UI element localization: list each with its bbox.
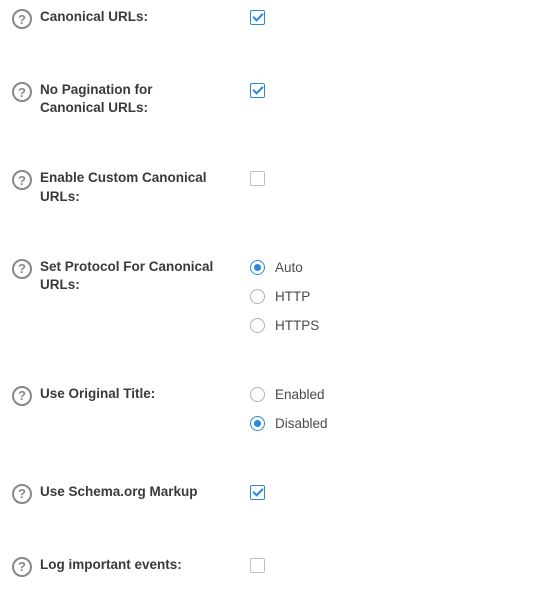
radio-icon <box>250 318 265 333</box>
canonical-checkbox[interactable] <box>250 10 265 25</box>
radio-icon <box>250 416 265 431</box>
original-title-radio-group: Enabled Disabled <box>250 387 542 431</box>
setting-label: Enable Custom Canonical URLs: <box>40 169 220 205</box>
setting-row-protocol: ? Set Protocol For Canonical URLs: Auto HTT… <box>12 258 542 333</box>
setting-row-no-pagination: ? No Pagination for Canonical URLs: <box>12 81 542 117</box>
custom-canonical-checkbox[interactable] <box>250 171 265 186</box>
control-col <box>250 483 542 503</box>
schema-checkbox[interactable] <box>250 485 265 500</box>
option-label: Disabled <box>275 416 328 431</box>
setting-row-log-events: ? Log important events: <box>12 556 542 577</box>
radio-icon <box>250 260 265 275</box>
label-col: ? Use Original Title: <box>12 385 250 406</box>
radio-icon <box>250 289 265 304</box>
help-icon[interactable]: ? <box>12 557 32 577</box>
help-icon[interactable]: ? <box>12 82 32 102</box>
option-label: HTTP <box>275 289 310 304</box>
control-col <box>250 8 542 28</box>
setting-label: Log important events: <box>40 556 182 574</box>
label-col: ? Set Protocol For Canonical URLs: <box>12 258 250 294</box>
protocol-option-https[interactable]: HTTPS <box>250 318 390 333</box>
label-col: ? Canonical URLs: <box>12 8 250 29</box>
control-col: Auto HTTP HTTPS <box>250 258 542 333</box>
control-col <box>250 81 542 101</box>
original-title-option-enabled[interactable]: Enabled <box>250 387 390 402</box>
setting-label: Use Schema.org Markup <box>40 483 198 501</box>
control-col <box>250 169 542 189</box>
original-title-option-disabled[interactable]: Disabled <box>250 416 390 431</box>
setting-row-custom-canonical: ? Enable Custom Canonical URLs: <box>12 169 542 205</box>
protocol-option-auto[interactable]: Auto <box>250 260 390 275</box>
help-icon[interactable]: ? <box>12 170 32 190</box>
option-label: Auto <box>275 260 303 275</box>
no-pagination-checkbox[interactable] <box>250 83 265 98</box>
setting-row-canonical: ? Canonical URLs: <box>12 8 542 29</box>
control-col: Enabled Disabled <box>250 385 542 431</box>
help-icon[interactable]: ? <box>12 9 32 29</box>
option-label: Enabled <box>275 387 325 402</box>
label-col: ? Enable Custom Canonical URLs: <box>12 169 250 205</box>
setting-label: Set Protocol For Canonical URLs: <box>40 258 220 294</box>
setting-row-schema: ? Use Schema.org Markup <box>12 483 542 504</box>
protocol-option-http[interactable]: HTTP <box>250 289 390 304</box>
help-icon[interactable]: ? <box>12 484 32 504</box>
log-events-checkbox[interactable] <box>250 558 265 573</box>
label-col: ? Log important events: <box>12 556 250 577</box>
help-icon[interactable]: ? <box>12 386 32 406</box>
control-col <box>250 556 542 576</box>
label-col: ? No Pagination for Canonical URLs: <box>12 81 250 117</box>
setting-label: No Pagination for Canonical URLs: <box>40 81 220 117</box>
setting-label: Canonical URLs: <box>40 8 148 26</box>
settings-form: ? Canonical URLs:? No Pagination for Canon… <box>12 8 542 577</box>
label-col: ? Use Schema.org Markup <box>12 483 250 504</box>
protocol-radio-group: Auto HTTP HTTPS <box>250 260 542 333</box>
setting-label: Use Original Title: <box>40 385 155 403</box>
radio-icon <box>250 387 265 402</box>
setting-row-original-title: ? Use Original Title: Enabled Disabled <box>12 385 542 431</box>
help-icon[interactable]: ? <box>12 259 32 279</box>
option-label: HTTPS <box>275 318 319 333</box>
